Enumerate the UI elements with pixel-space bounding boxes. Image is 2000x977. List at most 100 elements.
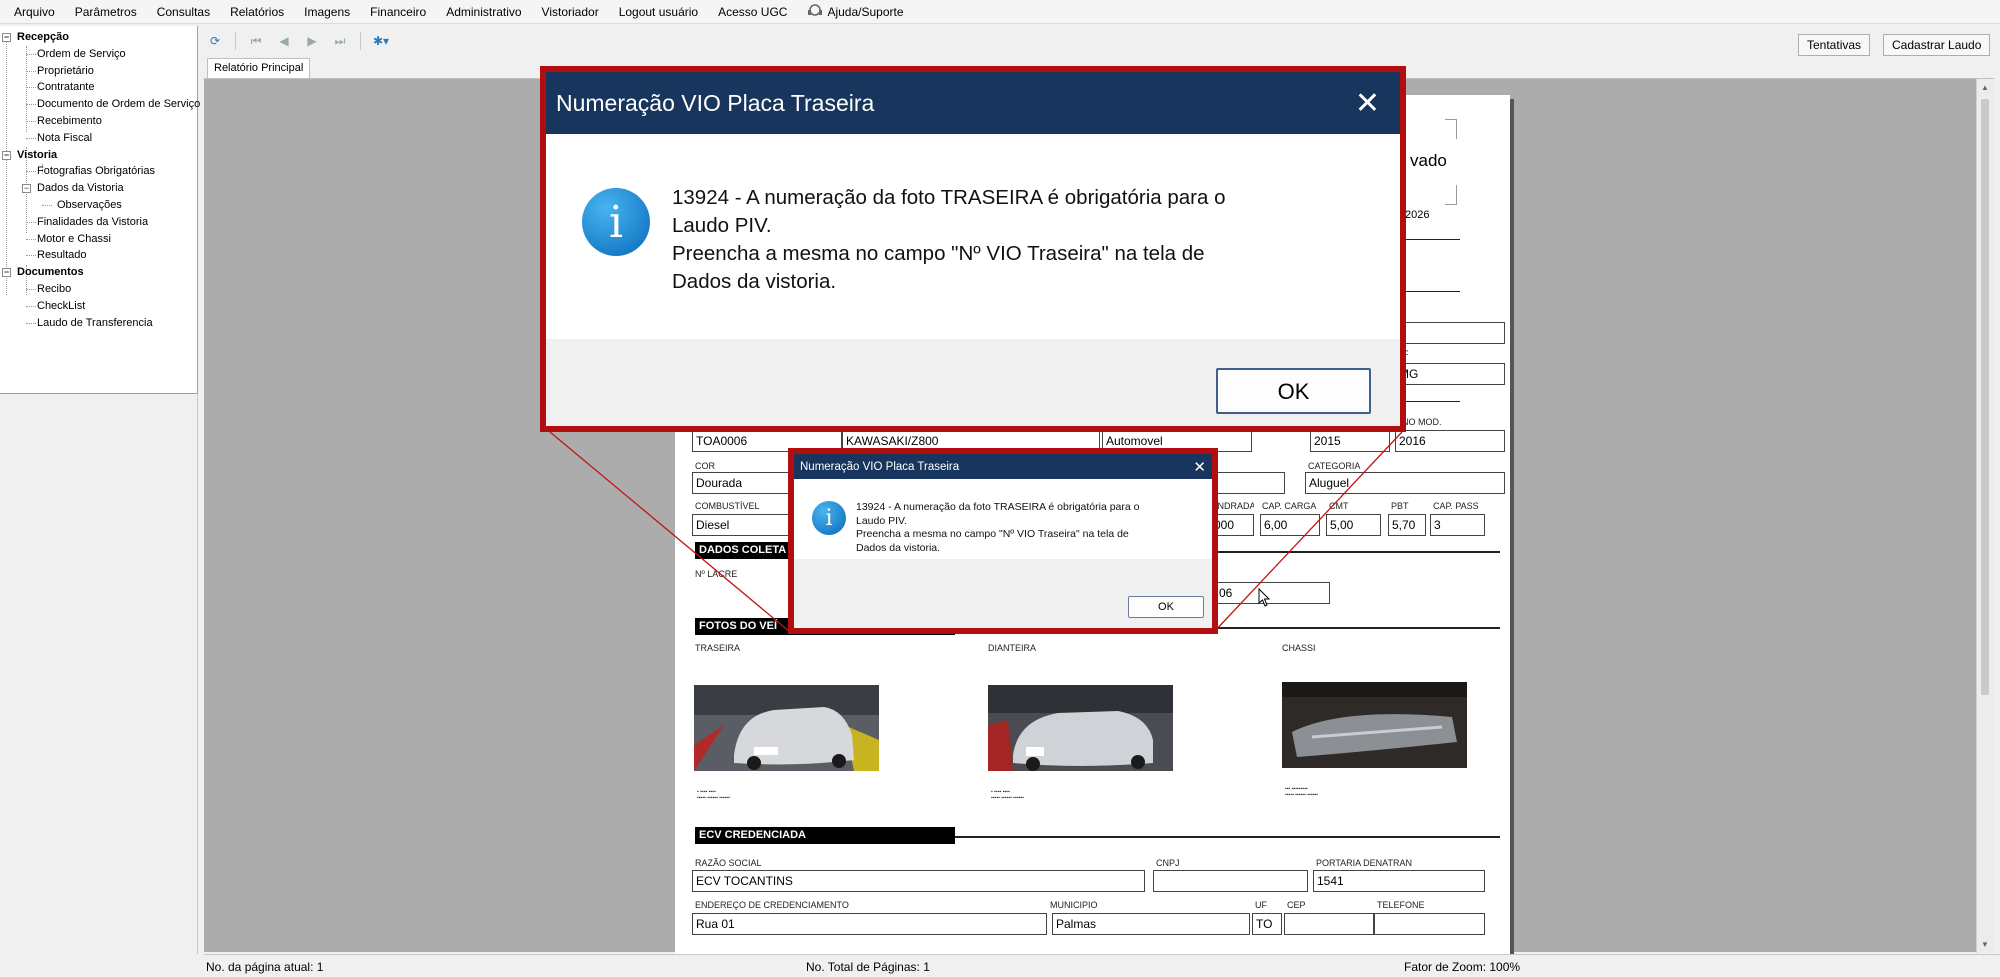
report-label-uf-ecv: UF <box>1255 900 1267 910</box>
tree-item-dados-vistoria[interactable]: − Dados da Vistoria <box>0 180 197 197</box>
report-label-pbt: PBT <box>1391 501 1409 511</box>
collapse-icon[interactable]: − <box>2 268 11 278</box>
report-label-cap-carga: CAP. CARGA <box>1262 501 1317 511</box>
collapse-icon[interactable]: − <box>2 150 11 160</box>
tree-item-ordem-servico[interactable]: Ordem de Serviço <box>0 46 197 63</box>
report-label-telefone: TELEFONE <box>1377 900 1425 910</box>
dialog-message: 13924 - A numeração da foto TRASEIRA é o… <box>672 186 1226 293</box>
next-page-icon[interactable]: ▶ <box>300 30 324 52</box>
previous-page-icon[interactable]: ◀ <box>272 30 296 52</box>
report-label-cap-pass: CAP. PASS <box>1433 501 1479 511</box>
report-label-cnpj: CNPJ <box>1156 858 1180 868</box>
report-field-box <box>1395 322 1505 344</box>
report-label-lacre: Nº LACRE <box>695 569 738 579</box>
vertical-scrollbar[interactable]: ▲ ▼ <box>1976 79 1994 953</box>
report-field-uf-ecv: TO <box>1252 913 1282 935</box>
menu-vistoriador[interactable]: Vistoriador <box>532 0 609 24</box>
tree-group-recepcao[interactable]: − Recepção <box>0 29 197 46</box>
report-field-municipio: Palmas <box>1052 913 1250 935</box>
menu-financeiro[interactable]: Financeiro <box>360 0 436 24</box>
tree-item-motor-chassi[interactable]: Motor e Chassi <box>0 231 197 248</box>
report-header-partial: vado <box>1410 151 1447 170</box>
scroll-down-icon[interactable]: ▼ <box>1981 940 1989 949</box>
toolbar-separator <box>360 32 361 50</box>
report-field-cap-carga: 6,00 <box>1260 514 1320 536</box>
cadastrar-laudo-button[interactable]: Cadastrar Laudo <box>1883 34 1991 56</box>
close-icon[interactable]: ✕ <box>1355 86 1380 121</box>
photo-label-chassi: CHASSI <box>1282 643 1316 653</box>
menu-acesso-ugc[interactable]: Acesso UGC <box>708 0 797 24</box>
photo-dianteira <box>988 685 1173 771</box>
first-page-icon[interactable]: ⏮ <box>244 30 268 52</box>
photo-caption-dianteira: ▪ ▪▪▪▪ ▪▪▪▪ ▪▪▪▪▪ ▪▪▪▪▪▪ ▪▪▪▪▪▪ <box>991 789 1024 801</box>
menu-parametros[interactable]: Parâmetros <box>65 0 147 24</box>
section-ecv: ECV CREDENCIADA <box>695 827 955 844</box>
tree-item-finalidades[interactable]: Finalidades da Vistoria <box>0 214 197 231</box>
tree-item-recibo[interactable]: Recibo <box>0 281 197 298</box>
support-icon <box>808 3 823 16</box>
photo-chassi <box>1282 682 1467 768</box>
report-field-portaria: 1541 <box>1313 870 1485 892</box>
report-label-razao: RAZÃO SOCIAL <box>695 858 762 868</box>
report-field-telefone <box>1374 913 1485 935</box>
tab-relatorio-principal[interactable]: Relatório Principal <box>207 58 311 78</box>
photo-caption-chassi: ▪▪▪ ▪▪▪▪▪▪▪▪▪ ▪▪▪▪▪ ▪▪▪▪▪▪ ▪▪▪▪▪▪ <box>1285 786 1318 798</box>
report-field-pbt: 5,70 <box>1388 514 1426 536</box>
dialog-title: Numeração VIO Placa Traseira <box>556 89 875 116</box>
report-label-cmt: CMT <box>1329 501 1349 511</box>
report-field-cap-pass: 3 <box>1430 514 1485 536</box>
vio-dialog-zoomed: Numeração VIO Placa Traseira ✕ i 13924 -… <box>540 66 1406 432</box>
photo-caption-traseira: ▪ ▪▪▪▪ ▪▪▪▪ ▪▪▪▪▪ ▪▪▪▪▪▪ ▪▪▪▪▪▪ <box>697 789 730 801</box>
vio-dialog-original: Numeração VIO Placa Traseira ✕ i 13924 -… <box>788 448 1218 634</box>
ok-button[interactable]: OK <box>1216 368 1371 414</box>
tree-group-documentos[interactable]: − Documentos <box>0 264 197 281</box>
scrollbar-thumb[interactable] <box>1981 99 1989 695</box>
collapse-icon[interactable]: − <box>22 184 31 194</box>
ok-button[interactable]: OK <box>1128 596 1204 618</box>
report-date-partial: /2026 <box>1402 209 1430 221</box>
report-label-cep: CEP <box>1287 900 1306 910</box>
tree-item-observacoes[interactable]: Observações <box>0 197 197 214</box>
report-field-cep <box>1284 913 1374 935</box>
mouse-cursor-icon <box>1258 588 1271 607</box>
export-dropdown-icon[interactable]: ✱▾ <box>369 30 393 52</box>
menu-imagens[interactable]: Imagens <box>294 0 360 24</box>
tree-item-resultado[interactable]: Resultado <box>0 247 197 264</box>
report-field-uf: MG <box>1395 363 1505 385</box>
status-current-page: No. da página atual: 1 <box>206 960 324 974</box>
tree-item-recebimento[interactable]: Recebimento <box>0 113 197 130</box>
section-rule <box>955 836 1500 838</box>
tree-item-checklist[interactable]: CheckList <box>0 298 197 315</box>
scroll-up-icon[interactable]: ▲ <box>1981 83 1989 92</box>
menu-relatorios[interactable]: Relatórios <box>220 0 294 24</box>
tree-item-contratante[interactable]: Contratante <box>0 79 197 96</box>
menu-bar: Arquivo Parâmetros Consultas Relatórios … <box>0 0 2000 24</box>
tree-item-documento-os[interactable]: Documento de Ordem de Serviço <box>0 96 200 113</box>
dialog-title-bar: Numeração VIO Placa Traseira ✕ <box>794 454 1212 479</box>
photo-label-dianteira: DIANTEIRA <box>988 643 1037 653</box>
last-page-icon[interactable]: ⏭ <box>328 30 352 52</box>
photo-label-traseira: TRASEIRA <box>695 643 741 653</box>
menu-logout[interactable]: Logout usuário <box>609 0 708 24</box>
menu-ajuda-suporte[interactable]: Ajuda/Suporte <box>797 0 913 24</box>
menu-arquivo[interactable]: Arquivo <box>4 0 65 24</box>
dialog-body: i 13924 - A numeração da foto TRASEIRA é… <box>794 479 1212 559</box>
report-field-ano-mod: 2016 <box>1395 430 1505 452</box>
report-field-ano-fab: 2015 <box>1310 430 1390 452</box>
close-icon[interactable]: ✕ <box>1193 458 1206 476</box>
info-icon: i <box>582 188 650 256</box>
tree-item-fotografias[interactable]: Fotografias Obrigatórias <box>0 163 197 180</box>
refresh-icon[interactable]: ⟳ <box>203 30 227 52</box>
menu-consultas[interactable]: Consultas <box>147 0 220 24</box>
collapse-icon[interactable]: − <box>2 33 11 42</box>
tree-group-vistoria[interactable]: − Vistoria <box>0 147 197 164</box>
menu-ajuda-label: Ajuda/Suporte <box>827 4 904 19</box>
tentativas-button[interactable]: Tentativas <box>1798 34 1871 56</box>
toolbar-separator <box>235 32 236 50</box>
menu-administrativo[interactable]: Administrativo <box>436 0 531 24</box>
report-field-razao: ECV TOCANTINS <box>692 870 1145 892</box>
tree-item-laudo-transferencia[interactable]: Laudo de Transferencia <box>0 315 197 332</box>
tree-item-proprietario[interactable]: Proprietário <box>0 63 197 80</box>
report-field-lacre: 06 <box>1215 582 1330 604</box>
tree-item-nota-fiscal[interactable]: Nota Fiscal <box>0 130 197 147</box>
